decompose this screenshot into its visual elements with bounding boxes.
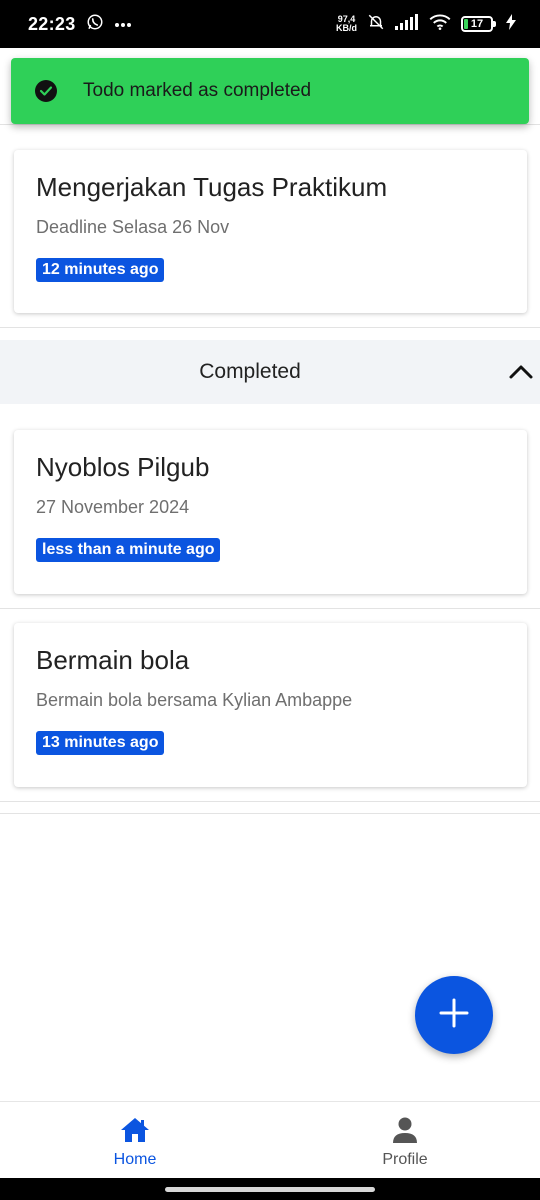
network-speed: 97,4 KB/d: [336, 15, 357, 33]
divider: [0, 608, 540, 609]
battery-body: 17: [461, 16, 493, 32]
nav-item-profile[interactable]: Profile: [270, 1102, 540, 1178]
battery-tip: [493, 21, 496, 27]
completed-todo-card[interactable]: Nyoblos Pilgub 27 November 2024 less tha…: [14, 430, 527, 594]
time-ago-badge: 12 minutes ago: [36, 258, 165, 282]
bell-muted-icon: [367, 13, 385, 36]
toast-message: Todo marked as completed: [83, 80, 312, 101]
completed-todo-card[interactable]: Bermain bola Bermain bola bersama Kylian…: [14, 623, 527, 787]
todo-card[interactable]: Mengerjakan Tugas Praktikum Deadline Sel…: [14, 150, 527, 313]
divider: [0, 124, 540, 125]
nav-item-home[interactable]: Home: [0, 1102, 270, 1178]
home-gesture-handle[interactable]: [165, 1186, 375, 1192]
divider: [0, 327, 540, 328]
person-icon: [391, 1116, 419, 1149]
system-gesture-bar: [0, 1178, 540, 1200]
wifi-icon: [429, 14, 451, 35]
time-ago-badge: 13 minutes ago: [36, 731, 165, 755]
completed-section-header[interactable]: Completed: [0, 340, 540, 404]
todo-title: Nyoblos Pilgub: [36, 452, 210, 482]
battery-level: 17: [470, 18, 484, 30]
add-todo-button[interactable]: [415, 976, 493, 1054]
nav-label-home: Home: [113, 1150, 157, 1168]
charging-icon: [506, 13, 516, 35]
status-left: 22:23: [28, 13, 132, 36]
divider: [0, 813, 540, 814]
plus-icon: [439, 998, 469, 1033]
todo-description: Deadline Selasa 26 Nov: [36, 217, 230, 237]
home-icon: [119, 1116, 151, 1149]
check-circle-icon: [35, 80, 57, 102]
whatsapp-icon: [86, 13, 104, 36]
status-right: 97,4 KB/d 17: [336, 13, 516, 36]
battery-indicator: 17: [461, 16, 496, 32]
success-toast: Todo marked as completed: [11, 58, 529, 124]
todo-title: Bermain bola: [36, 645, 190, 675]
todo-description: Bermain bola bersama Kylian Ambappe: [36, 690, 353, 710]
bottom-navigation: Home Profile: [0, 1101, 540, 1178]
todo-description: 27 November 2024: [36, 497, 190, 517]
section-title: Completed: [199, 360, 301, 383]
network-speed-unit: KB/d: [336, 23, 357, 33]
status-time: 22:23: [28, 13, 76, 34]
signal-icon: [395, 13, 419, 35]
more-notifications-icon: [114, 15, 132, 33]
todo-title: Mengerjakan Tugas Praktikum: [36, 172, 388, 202]
status-bar: 22:23 97,4 KB/d 17: [0, 0, 540, 48]
nav-label-profile: Profile: [382, 1150, 428, 1168]
time-ago-badge: less than a minute ago: [36, 538, 221, 562]
chevron-up-icon[interactable]: [508, 362, 534, 385]
divider: [0, 801, 540, 802]
